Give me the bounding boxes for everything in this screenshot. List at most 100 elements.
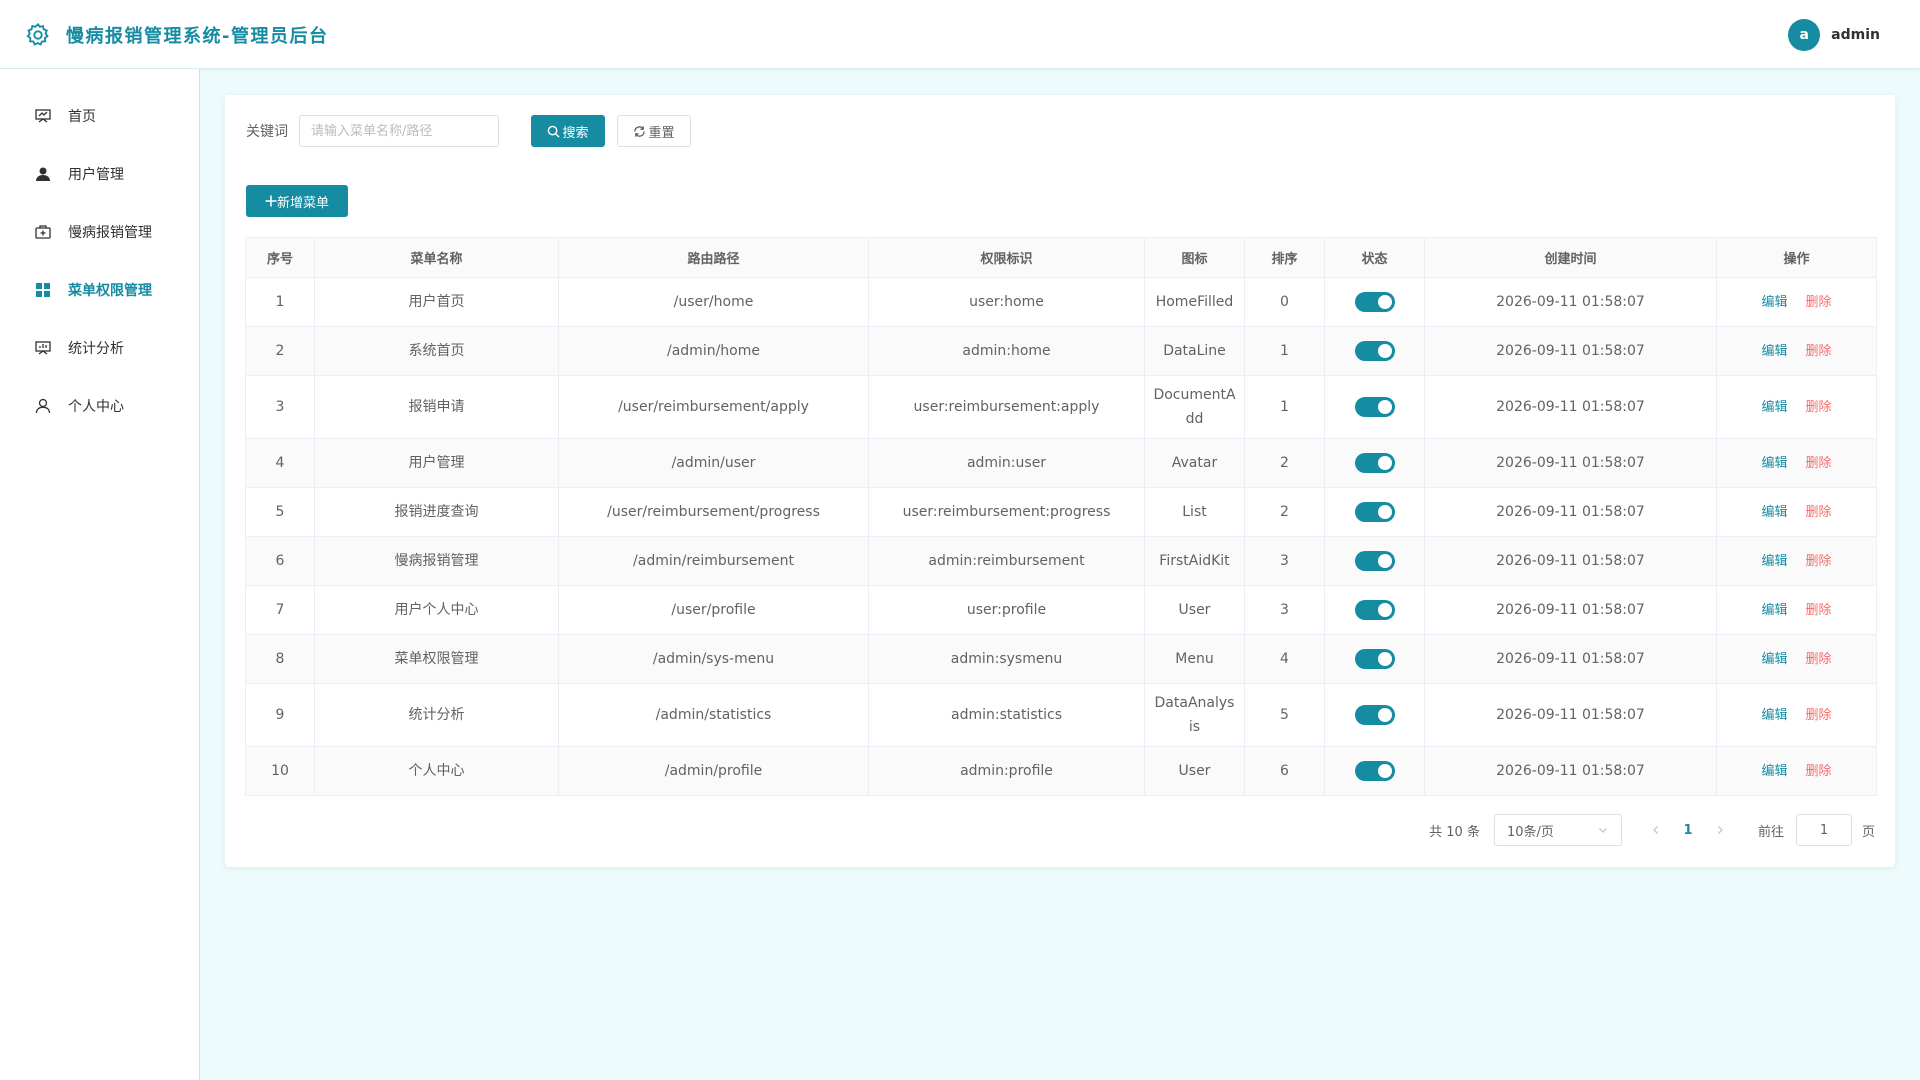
cell-permission: user:reimbursement:apply bbox=[868, 375, 1145, 439]
delete-link[interactable]: 删除 bbox=[1806, 505, 1832, 520]
edit-link[interactable]: 编辑 bbox=[1761, 554, 1787, 569]
user-icon bbox=[34, 397, 52, 415]
pagination-total: 共 10 条 bbox=[1429, 824, 1480, 840]
edit-link[interactable]: 编辑 bbox=[1761, 764, 1787, 779]
reset-button[interactable]: 重置 bbox=[617, 115, 691, 147]
top-header: 慢病报销管理系统-管理员后台 a admin bbox=[0, 0, 1920, 69]
delete-link[interactable]: 删除 bbox=[1806, 764, 1832, 779]
chevron-right-icon bbox=[1718, 826, 1723, 834]
status-toggle[interactable] bbox=[1354, 551, 1395, 571]
delete-link[interactable]: 删除 bbox=[1806, 344, 1832, 359]
cell-status bbox=[1324, 536, 1425, 586]
table-row: 9 统计分析 /admin/statistics admin:statistic… bbox=[245, 683, 1877, 747]
cell-path: /admin/reimbursement bbox=[558, 536, 869, 586]
cell-sort: 5 bbox=[1244, 683, 1325, 747]
delete-link[interactable]: 删除 bbox=[1806, 554, 1832, 569]
app-title: 慢病报销管理系统-管理员后台 bbox=[66, 26, 329, 47]
cell-actions: 编辑 删除 bbox=[1716, 326, 1877, 376]
delete-link[interactable]: 删除 bbox=[1806, 603, 1832, 618]
cell-sort: 3 bbox=[1244, 536, 1325, 586]
delete-link[interactable]: 删除 bbox=[1806, 400, 1832, 415]
sidebar-item-statistics[interactable]: 统计分析 bbox=[0, 319, 199, 377]
column-header-permission: 权限标识 bbox=[868, 237, 1145, 278]
cell-permission: user:profile bbox=[868, 585, 1145, 635]
cell-index: 7 bbox=[245, 585, 315, 635]
sidebar-item-home[interactable]: 首页 bbox=[0, 87, 199, 145]
brand: 慢病报销管理系统-管理员后台 bbox=[24, 20, 328, 50]
reset-button-label: 重置 bbox=[648, 125, 675, 141]
cell-name: 系统首页 bbox=[314, 326, 559, 376]
status-toggle[interactable] bbox=[1354, 649, 1395, 669]
cell-index: 2 bbox=[245, 326, 315, 376]
sidebar-item-label: 首页 bbox=[68, 109, 96, 125]
cell-created: 2026-09-11 01:58:07 bbox=[1424, 746, 1717, 796]
edit-link[interactable]: 编辑 bbox=[1761, 456, 1787, 471]
edit-link[interactable]: 编辑 bbox=[1761, 400, 1787, 415]
edit-link[interactable]: 编辑 bbox=[1761, 505, 1787, 520]
goto-label: 前往 bbox=[1757, 824, 1784, 840]
edit-link[interactable]: 编辑 bbox=[1761, 344, 1787, 359]
sidebar-item-menu-permission[interactable]: 菜单权限管理 bbox=[0, 261, 199, 319]
column-header-index: 序号 bbox=[245, 237, 315, 278]
status-toggle[interactable] bbox=[1354, 292, 1395, 312]
column-header-created: 创建时间 bbox=[1424, 237, 1717, 278]
sidebar-item-profile[interactable]: 个人中心 bbox=[0, 377, 199, 435]
edit-link[interactable]: 编辑 bbox=[1761, 295, 1787, 310]
cell-sort: 1 bbox=[1244, 375, 1325, 439]
cell-icon: Menu bbox=[1144, 634, 1245, 684]
cell-created: 2026-09-11 01:58:07 bbox=[1424, 277, 1717, 327]
edit-link[interactable]: 编辑 bbox=[1761, 603, 1787, 618]
sidebar-item-label: 用户管理 bbox=[68, 167, 124, 183]
page-number-current[interactable]: 1 bbox=[1672, 814, 1704, 846]
delete-link[interactable]: 删除 bbox=[1806, 456, 1832, 471]
delete-link[interactable]: 删除 bbox=[1806, 652, 1832, 667]
cell-created: 2026-09-11 01:58:07 bbox=[1424, 438, 1717, 488]
table-row: 2 系统首页 /admin/home admin:home DataLine 1… bbox=[245, 326, 1877, 376]
status-toggle[interactable] bbox=[1354, 761, 1395, 781]
cell-index: 1 bbox=[245, 277, 315, 327]
sidebar-item-user-management[interactable]: 用户管理 bbox=[0, 145, 199, 203]
delete-link[interactable]: 删除 bbox=[1806, 295, 1832, 310]
cell-permission: admin:sysmenu bbox=[868, 634, 1145, 684]
add-menu-button[interactable]: 新增菜单 bbox=[246, 185, 348, 217]
username[interactable]: admin bbox=[1831, 27, 1880, 43]
cell-status bbox=[1324, 438, 1425, 488]
status-toggle[interactable] bbox=[1354, 600, 1395, 620]
status-toggle[interactable] bbox=[1354, 453, 1395, 473]
status-toggle[interactable] bbox=[1354, 341, 1395, 361]
goto-page-input[interactable] bbox=[1795, 814, 1852, 846]
page-size-select[interactable]: 10条/页 bbox=[1493, 814, 1622, 846]
edit-link[interactable]: 编辑 bbox=[1761, 708, 1787, 723]
column-header-name: 菜单名称 bbox=[314, 237, 559, 278]
cell-status bbox=[1324, 634, 1425, 684]
cell-path: /user/reimbursement/apply bbox=[558, 375, 869, 439]
first-aid-kit-icon bbox=[34, 223, 52, 241]
search-bar: 关键词 搜索 重置 bbox=[246, 115, 691, 147]
cell-permission: admin:reimbursement bbox=[868, 536, 1145, 586]
edit-link[interactable]: 编辑 bbox=[1761, 652, 1787, 667]
cell-icon: FirstAidKit bbox=[1144, 536, 1245, 586]
keyword-input[interactable] bbox=[299, 115, 499, 147]
delete-link[interactable]: 删除 bbox=[1806, 708, 1832, 723]
sidebar-item-reimbursement[interactable]: 慢病报销管理 bbox=[0, 203, 199, 261]
user-menu[interactable]: a admin bbox=[1788, 19, 1880, 51]
avatar[interactable]: a bbox=[1788, 19, 1821, 51]
cell-sort: 2 bbox=[1244, 438, 1325, 488]
cell-sort: 6 bbox=[1244, 746, 1325, 796]
table-row: 1 用户首页 /user/home user:home HomeFilled 0… bbox=[245, 277, 1877, 327]
cell-icon: User bbox=[1144, 585, 1245, 635]
prev-page-button[interactable] bbox=[1640, 814, 1672, 846]
status-toggle[interactable] bbox=[1354, 705, 1395, 725]
next-page-button[interactable] bbox=[1704, 814, 1736, 846]
cell-actions: 编辑 删除 bbox=[1716, 683, 1877, 747]
add-menu-button-label: 新增菜单 bbox=[276, 195, 329, 211]
search-button[interactable]: 搜索 bbox=[531, 115, 605, 147]
status-toggle[interactable] bbox=[1354, 397, 1395, 417]
status-toggle[interactable] bbox=[1354, 502, 1395, 522]
cell-status bbox=[1324, 375, 1425, 439]
cell-name: 报销进度查询 bbox=[314, 487, 559, 537]
table-row: 5 报销进度查询 /user/reimbursement/progress us… bbox=[245, 487, 1877, 537]
cell-name: 个人中心 bbox=[314, 746, 559, 796]
cell-name: 用户首页 bbox=[314, 277, 559, 327]
cell-icon: Avatar bbox=[1144, 438, 1245, 488]
